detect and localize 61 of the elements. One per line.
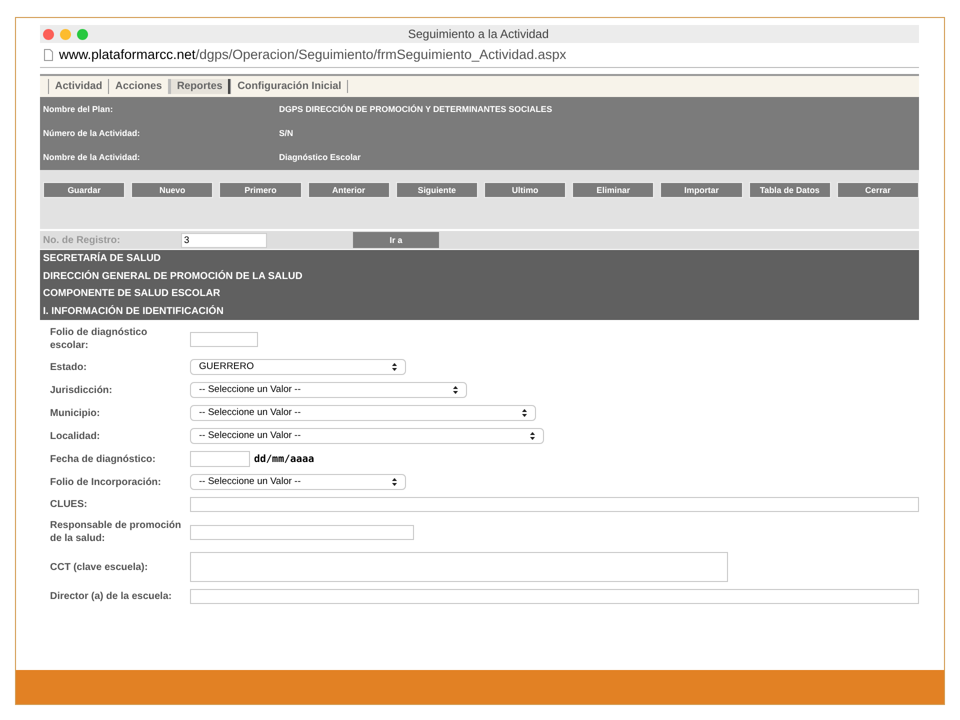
text-field[interactable]: [190, 524, 414, 540]
toolbar-button[interactable]: Anterior: [308, 182, 390, 198]
field-label: Municipio:: [50, 406, 101, 420]
date-field[interactable]: [190, 451, 250, 467]
menu-tab[interactable]: Reportes: [168, 78, 230, 94]
field-label: CCT (clave escuela):: [50, 560, 149, 574]
address-bar[interactable]: www.plataformarcc.net/dgps/Operacion/Seguimiento/frmSeguimiento_Actividad.aspx: [40, 43, 919, 68]
section-heading: DIRECCIÓN GENERAL DE PROMOCIÓN DE LA SALUD: [43, 269, 304, 284]
toolbar-button[interactable]: Guardar: [43, 182, 126, 198]
toolbar-button[interactable]: Cerrar: [836, 182, 920, 198]
text-area[interactable]: [190, 552, 728, 582]
toolbar-button[interactable]: Importar: [660, 182, 743, 198]
menu-tab[interactable]: Configuración Inicial: [230, 78, 348, 94]
info-value: DGPS DIRECCIÓN DE PROMOCIÓN Y DETERMINANTES SOCIALES: [279, 102, 552, 116]
field-label: Fecha de diagnóstico:: [50, 452, 157, 466]
page-icon: [44, 49, 53, 61]
text-field[interactable]: [190, 332, 258, 346]
go-to-button[interactable]: Ir a: [353, 232, 439, 248]
toolbar-button[interactable]: Eliminar: [572, 182, 654, 198]
toolbar-button[interactable]: Siguiente: [396, 182, 478, 198]
menu-tab[interactable]: Actividad: [48, 78, 108, 94]
field-label: Folio de Incorporación:: [50, 476, 162, 488]
url-text: www.plataformarcc.net/dgps/Operacion/Seguimiento/frmSeguimiento_Actividad.aspx: [59, 46, 566, 64]
info-value: S/N: [279, 127, 294, 140]
window-title: Seguimiento a la Actividad: [408, 26, 549, 43]
updown-caret-icon: [522, 409, 527, 417]
section-heading: I. INFORMACIÓN DE IDENTIFICACIÓN: [43, 304, 225, 319]
select-dropdown[interactable]: -- Seleccione un Valor --: [190, 474, 406, 490]
info-label: Nombre del Plan:: [43, 102, 114, 116]
select-dropdown[interactable]: -- Seleccione un Valor --: [190, 428, 544, 444]
info-label: Número de la Actividad:: [43, 127, 141, 140]
info-value: Diagnóstico Escolar: [279, 151, 361, 164]
toolbar-button[interactable]: Nuevo: [131, 182, 214, 198]
field-label: Localidad:: [50, 430, 102, 442]
field-label: Estado:: [50, 360, 88, 374]
select-dropdown[interactable]: GUERRERO: [190, 359, 406, 375]
field-label: Folio de diagnóstico escolar:: [50, 326, 148, 352]
minimize-window-button[interactable]: [60, 28, 71, 40]
field-label: Jurisdicción:: [50, 384, 114, 396]
toolbar-button[interactable]: Primero: [219, 182, 302, 198]
record-label: No. de Registro:: [43, 234, 122, 248]
section-heading: SECRETARÍA DE SALUD: [43, 251, 162, 266]
text-field[interactable]: [190, 497, 919, 512]
toolbar-button[interactable]: Tabla de Datos: [748, 182, 831, 198]
text-field[interactable]: [190, 589, 919, 604]
updown-caret-icon: [453, 386, 458, 394]
maximize-window-button[interactable]: [77, 28, 88, 40]
updown-caret-icon: [392, 363, 397, 371]
date-format-hint: dd/mm/aaaa: [254, 452, 314, 466]
updown-caret-icon: [392, 478, 397, 486]
close-window-button[interactable]: [43, 28, 54, 40]
field-label: CLUES:: [50, 498, 88, 511]
select-dropdown[interactable]: -- Seleccione un Valor --: [190, 405, 536, 421]
updown-caret-icon: [530, 432, 535, 440]
section-heading: COMPONENTE DE SALUD ESCOLAR: [43, 287, 222, 302]
field-label: Director (a) de la escuela:: [50, 590, 173, 603]
info-label: Nombre de la Actividad:: [43, 151, 141, 164]
toolbar-button[interactable]: Ultimo: [484, 182, 566, 198]
field-label: Responsable de promoción de la salud:: [50, 519, 182, 545]
select-dropdown[interactable]: -- Seleccione un Valor --: [190, 382, 467, 398]
record-number-field[interactable]: 3: [181, 232, 267, 248]
